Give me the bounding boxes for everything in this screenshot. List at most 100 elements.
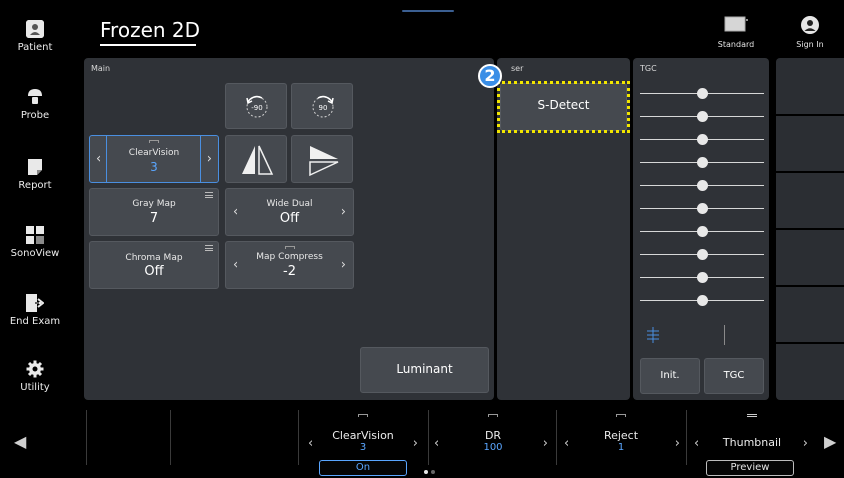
slider-knob[interactable] bbox=[697, 180, 708, 191]
rotate-right-icon: 90 bbox=[312, 95, 334, 118]
slider-knob[interactable] bbox=[697, 295, 708, 306]
chroma-map-value: Off bbox=[144, 264, 164, 279]
tab-glyph bbox=[358, 414, 368, 417]
bottom-dr-value: 100 bbox=[483, 442, 503, 453]
gray-map-control[interactable]: Gray Map 7 bbox=[89, 188, 219, 236]
tab-glyph bbox=[149, 140, 159, 143]
tgc-panel-title: TGC bbox=[640, 64, 657, 73]
top-drawer-handle[interactable] bbox=[402, 10, 454, 12]
page-title: Frozen 2D bbox=[100, 18, 201, 42]
page-left-icon[interactable]: ◀ bbox=[14, 432, 26, 451]
clearvision-label: ClearVision bbox=[128, 148, 180, 158]
chevron-left-icon[interactable]: ‹ bbox=[564, 436, 569, 451]
sonoview-icon bbox=[26, 226, 44, 244]
slider-knob[interactable] bbox=[697, 134, 708, 145]
bottom-dr-control[interactable]: ‹ › DR 100 bbox=[432, 410, 554, 453]
slider-knob[interactable] bbox=[697, 249, 708, 260]
chevron-left-icon[interactable]: ‹ bbox=[434, 436, 439, 451]
chevron-right-icon[interactable]: › bbox=[413, 436, 418, 451]
gray-map-label: Gray Map bbox=[132, 199, 176, 209]
tgc-init-button[interactable]: Init. bbox=[640, 358, 700, 394]
page-dot[interactable] bbox=[431, 470, 435, 474]
gear-icon bbox=[26, 360, 44, 378]
bottom-thumbnail-control[interactable]: ‹ › Thumbnail bbox=[690, 410, 814, 451]
tgc-curve-icon[interactable] bbox=[646, 327, 660, 343]
divider bbox=[86, 410, 87, 465]
thumbnail-preview-button[interactable]: Preview bbox=[706, 460, 794, 476]
bottom-clearvision-control[interactable]: ‹ › ClearVision 3 bbox=[302, 410, 424, 453]
flip-horizontal-icon bbox=[242, 145, 274, 175]
divider bbox=[106, 135, 107, 183]
chevron-right-icon[interactable]: › bbox=[803, 436, 808, 451]
nav-item-report[interactable]: Report bbox=[0, 158, 70, 191]
divider bbox=[200, 135, 201, 183]
menu-icon bbox=[205, 245, 213, 251]
flip-vertical-button[interactable] bbox=[291, 135, 353, 183]
divider bbox=[428, 410, 429, 465]
title-underline bbox=[100, 44, 196, 46]
sign-in-label: Sign In bbox=[796, 40, 824, 49]
flip-horizontal-button[interactable] bbox=[225, 135, 287, 183]
slider-knob[interactable] bbox=[697, 226, 708, 237]
slider-knob[interactable] bbox=[697, 203, 708, 214]
nav-label: Probe bbox=[20, 110, 50, 121]
probe-icon bbox=[26, 88, 44, 106]
tgc-button-label: TGC bbox=[723, 370, 745, 381]
main-panel-title: Main bbox=[91, 64, 111, 73]
slider-knob[interactable] bbox=[697, 111, 708, 122]
callout-badge: 2 bbox=[478, 64, 502, 88]
rotate-left-button[interactable]: -90 bbox=[225, 83, 287, 129]
slider-knob[interactable] bbox=[697, 88, 708, 99]
chevron-right-icon[interactable]: › bbox=[675, 436, 680, 451]
chevron-left-icon[interactable]: ‹ bbox=[308, 436, 313, 451]
side-panel-slot bbox=[776, 116, 844, 171]
flip-vertical-icon bbox=[309, 146, 339, 177]
divider bbox=[298, 410, 299, 465]
divider bbox=[686, 410, 687, 465]
bottom-thumbnail-label: Thumbnail bbox=[722, 436, 782, 449]
chevron-right-icon[interactable]: › bbox=[543, 436, 548, 451]
nav-label: End Exam bbox=[9, 316, 61, 327]
rotate-right-button[interactable]: 90 bbox=[291, 83, 353, 129]
slider-knob[interactable] bbox=[697, 272, 708, 283]
standard-button[interactable]: Standard bbox=[706, 16, 766, 49]
bottom-clearvision-value: 3 bbox=[359, 442, 367, 453]
nav-item-end-exam[interactable]: End Exam bbox=[0, 294, 70, 327]
tab-glyph bbox=[616, 414, 626, 417]
nav-item-patient[interactable]: Patient bbox=[0, 20, 70, 53]
wide-dual-control[interactable]: ‹ › Wide Dual Off bbox=[225, 188, 354, 236]
map-compress-control[interactable]: ‹ › Map Compress -2 bbox=[225, 241, 354, 289]
nav-item-probe[interactable]: Probe bbox=[0, 88, 70, 121]
chevron-left-icon[interactable]: ‹ bbox=[694, 436, 699, 451]
tgc-button[interactable]: TGC bbox=[704, 358, 764, 394]
side-panel-slot bbox=[776, 344, 844, 400]
tgc-init-label: Init. bbox=[660, 370, 680, 381]
bottom-dr-label: DR bbox=[484, 429, 502, 442]
tab-glyph bbox=[488, 414, 498, 417]
luminant-button[interactable]: Luminant bbox=[360, 347, 489, 393]
nav-item-utility[interactable]: Utility bbox=[0, 360, 70, 393]
sign-in-button[interactable]: Sign In bbox=[780, 16, 840, 49]
report-icon bbox=[26, 158, 44, 176]
user-panel-title: ser bbox=[511, 64, 524, 73]
page-right-icon[interactable]: ▶ bbox=[824, 432, 836, 451]
clearvision-on-toggle[interactable]: On bbox=[319, 460, 407, 476]
end-exam-icon bbox=[26, 294, 45, 312]
bottom-reject-control[interactable]: ‹ › Reject 1 bbox=[560, 410, 682, 453]
gray-map-value: 7 bbox=[149, 211, 159, 226]
nav-label: SonoView bbox=[10, 248, 60, 259]
bottom-reject-label: Reject bbox=[603, 429, 639, 442]
map-compress-value: -2 bbox=[283, 264, 296, 279]
chroma-map-control[interactable]: Chroma Map Off bbox=[89, 241, 219, 289]
nav-label: Report bbox=[18, 180, 52, 191]
divider bbox=[556, 410, 557, 465]
nav-item-sonoview[interactable]: SonoView bbox=[0, 226, 70, 259]
clearvision-value: 3 bbox=[150, 160, 158, 174]
slider-knob[interactable] bbox=[697, 157, 708, 168]
wide-dual-label: Wide Dual bbox=[266, 199, 313, 209]
side-panel-slot bbox=[776, 173, 844, 228]
bottom-reject-value: 1 bbox=[617, 442, 625, 453]
monitor-icon bbox=[724, 16, 748, 32]
nav-label: Utility bbox=[20, 382, 50, 393]
nav-label: Patient bbox=[17, 42, 53, 53]
